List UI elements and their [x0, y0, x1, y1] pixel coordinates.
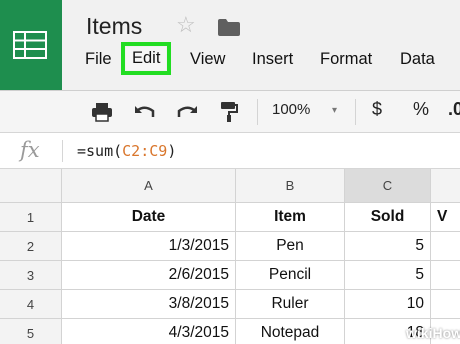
zoom-select[interactable]: 100%	[272, 101, 310, 118]
table-cell[interactable]: 2/6/2015	[62, 261, 236, 290]
column-header-d[interactable]	[431, 169, 460, 203]
table-cell[interactable]: 1/3/2015	[62, 232, 236, 261]
table-cell[interactable]	[431, 290, 460, 319]
formula-prefix: =sum(	[77, 142, 123, 160]
wikihow-watermark: wikiHow	[406, 325, 460, 341]
fx-icon: fx	[20, 138, 40, 162]
column-header-b[interactable]: B	[236, 169, 345, 203]
formula-bar: fx =sum(C2:C9)	[0, 133, 460, 169]
table-cell[interactable]: 10	[345, 290, 431, 319]
formula-suffix: )	[167, 142, 177, 160]
menu-format[interactable]: Format	[320, 50, 372, 69]
row-header[interactable]: 3	[0, 261, 62, 290]
formula-bar-divider	[62, 140, 63, 162]
menu-bar: File Edit View Insert Format Data	[0, 42, 460, 76]
toolbar-divider	[355, 99, 356, 125]
menu-insert[interactable]: Insert	[252, 50, 293, 69]
table-cell[interactable]	[431, 232, 460, 261]
table-cell[interactable]: 3/8/2015	[62, 290, 236, 319]
table-cell[interactable]: Sold	[345, 203, 431, 232]
table-cell[interactable]	[431, 261, 460, 290]
star-icon[interactable]: ☆	[176, 14, 196, 36]
title-bar: Items ☆ File Edit View Insert Format Dat…	[0, 0, 460, 90]
row-header[interactable]: 1	[0, 203, 62, 232]
formula-range-ref: C2:C9	[122, 142, 168, 160]
redo-icon	[177, 106, 197, 117]
toolbar-divider	[257, 99, 258, 125]
table-cell[interactable]: Pen	[236, 232, 345, 261]
currency-button[interactable]: $	[372, 99, 382, 120]
spreadsheet-grid: A B C 1 Date Item Sold V 2 1/3/2015 Pen …	[0, 169, 460, 344]
menu-data[interactable]: Data	[400, 50, 435, 69]
sheets-logo[interactable]	[0, 0, 62, 90]
row-header[interactable]: 4	[0, 290, 62, 319]
chevron-down-icon[interactable]: ▾	[332, 105, 337, 116]
menu-view[interactable]: View	[190, 50, 225, 69]
paint-format-button[interactable]	[216, 99, 242, 125]
table-cell[interactable]: Ruler	[236, 290, 345, 319]
toolbar: 100% ▾ $ % .0	[0, 91, 460, 133]
menu-edit[interactable]: Edit	[120, 42, 172, 75]
folder-icon[interactable]	[217, 18, 241, 37]
redo-button[interactable]	[174, 99, 200, 125]
table-cell[interactable]: Pencil	[236, 261, 345, 290]
document-title[interactable]: Items	[86, 13, 142, 40]
row-header[interactable]: 2	[0, 232, 62, 261]
undo-button[interactable]	[132, 99, 158, 125]
table-cell[interactable]: 5	[345, 232, 431, 261]
table-cell[interactable]: V	[431, 203, 460, 232]
table-cell[interactable]: 4/3/2015	[62, 319, 236, 344]
percent-button[interactable]: %	[413, 99, 429, 120]
undo-icon	[135, 106, 155, 117]
menu-file[interactable]: File	[85, 50, 112, 69]
print-icon	[92, 103, 112, 122]
formula-input[interactable]: =sum(C2:C9)	[77, 142, 176, 160]
table-cell[interactable]: Item	[236, 203, 345, 232]
select-all-corner[interactable]	[0, 169, 62, 203]
paint-format-icon	[221, 102, 238, 122]
row-header[interactable]: 5	[0, 319, 62, 344]
table-cell[interactable]: Date	[62, 203, 236, 232]
column-header-c[interactable]: C	[345, 169, 431, 203]
print-button[interactable]	[89, 99, 115, 125]
decrease-decimal-button[interactable]: .0	[448, 99, 460, 120]
column-header-a[interactable]: A	[62, 169, 236, 203]
table-cell[interactable]: 5	[345, 261, 431, 290]
table-cell[interactable]: Notepad	[236, 319, 345, 344]
